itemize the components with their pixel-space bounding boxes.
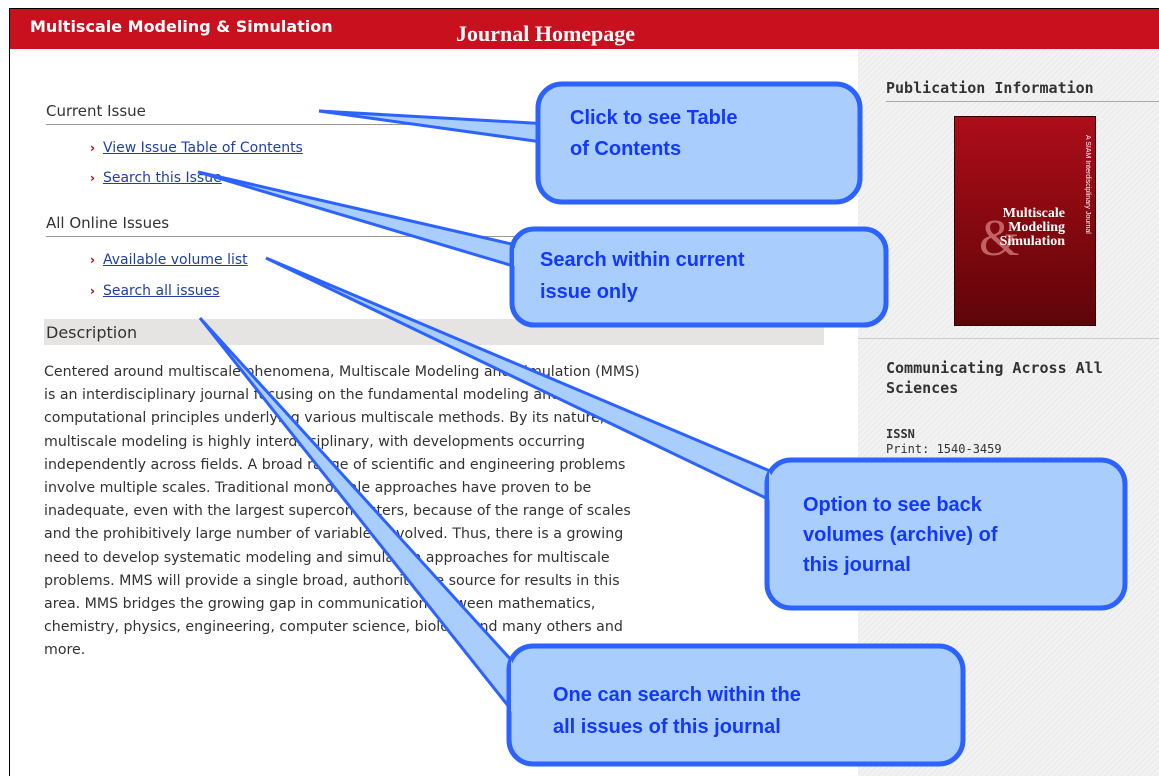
browser-page: Multiscale Modeling & Simulation Journal…	[9, 8, 1159, 776]
site-header: Multiscale Modeling & Simulation Journal…	[10, 9, 1159, 49]
publication-info-heading: Publication Information	[886, 79, 1094, 97]
volume-list-item: › Available volume list	[90, 252, 248, 268]
issn-heading: ISSN	[886, 427, 915, 441]
available-volume-list-link[interactable]: Available volume list	[103, 252, 248, 268]
search-this-issue-link[interactable]: Search this Issue	[103, 170, 222, 186]
description-line: more.	[44, 642, 86, 659]
description-line: involve multiple scales. Traditional mon…	[44, 480, 592, 497]
search-all-issues-link[interactable]: Search all issues	[103, 283, 220, 299]
description-line: problems. MMS will provide a single broa…	[44, 572, 620, 589]
description-line: chemistry, physics, engineering, compute…	[44, 619, 623, 636]
page-overlay-title: Journal Homepage	[456, 21, 636, 46]
divider	[858, 338, 1159, 339]
description-line: area. MMS bridges the growing gap in com…	[44, 596, 596, 613]
search-issue-item: › Search this Issue	[90, 170, 222, 186]
online-issues-heading: All Online Issues	[46, 214, 170, 232]
description-line: independently across fields. A broad ran…	[44, 456, 626, 473]
main-content: Current Issue › View Issue Table of Conte…	[44, 49, 852, 776]
journal-cover-image[interactable]: & Multiscale Modeling Simulation A SIAM …	[954, 116, 1096, 326]
current-issue-heading: Current Issue	[46, 102, 146, 120]
description-line: need to develop systematic modeling and …	[44, 549, 610, 566]
cover-side-text: A SIAM Interdisciplinary Journal	[1084, 135, 1091, 234]
description-line: multiscale modeling is highly interdisci…	[44, 433, 586, 450]
cover-title: Multiscale Modeling Simulation	[999, 206, 1065, 249]
view-toc-item: › View Issue Table of Contents	[90, 140, 303, 156]
search-all-item: › Search all issues	[90, 283, 220, 299]
description-heading: Description	[46, 323, 138, 342]
issn-print: Print: 1540-3459	[886, 442, 1002, 456]
divider	[46, 236, 590, 237]
communicating-heading: Communicating Across All Sciences	[886, 359, 1103, 397]
description-line: is an interdisciplinary journal focusing…	[44, 387, 561, 404]
divider	[46, 124, 590, 125]
divider	[886, 101, 1159, 102]
view-toc-link[interactable]: View Issue Table of Contents	[103, 140, 303, 156]
sidebar: Publication Information & Multiscale Mod…	[858, 49, 1159, 776]
issn-electronic: Electronic: 1540-3467	[886, 459, 1038, 473]
chevron-right-icon: ›	[90, 284, 95, 298]
journal-brand[interactable]: Multiscale Modeling & Simulation	[30, 17, 333, 36]
description-header-bar: Description	[44, 319, 824, 345]
description-line: and the prohibitively large number of va…	[44, 526, 624, 543]
description-line: computational principles underlying vari…	[44, 410, 605, 427]
description-line: Centered around multiscale phenomena, Mu…	[44, 364, 640, 380]
description-text: Centered around multiscale phenomena, Mu…	[44, 361, 804, 663]
chevron-right-icon: ›	[90, 141, 95, 155]
chevron-right-icon: ›	[90, 253, 95, 267]
description-line: inadequate, even with the largest superc…	[44, 503, 631, 520]
chevron-right-icon: ›	[90, 171, 95, 185]
